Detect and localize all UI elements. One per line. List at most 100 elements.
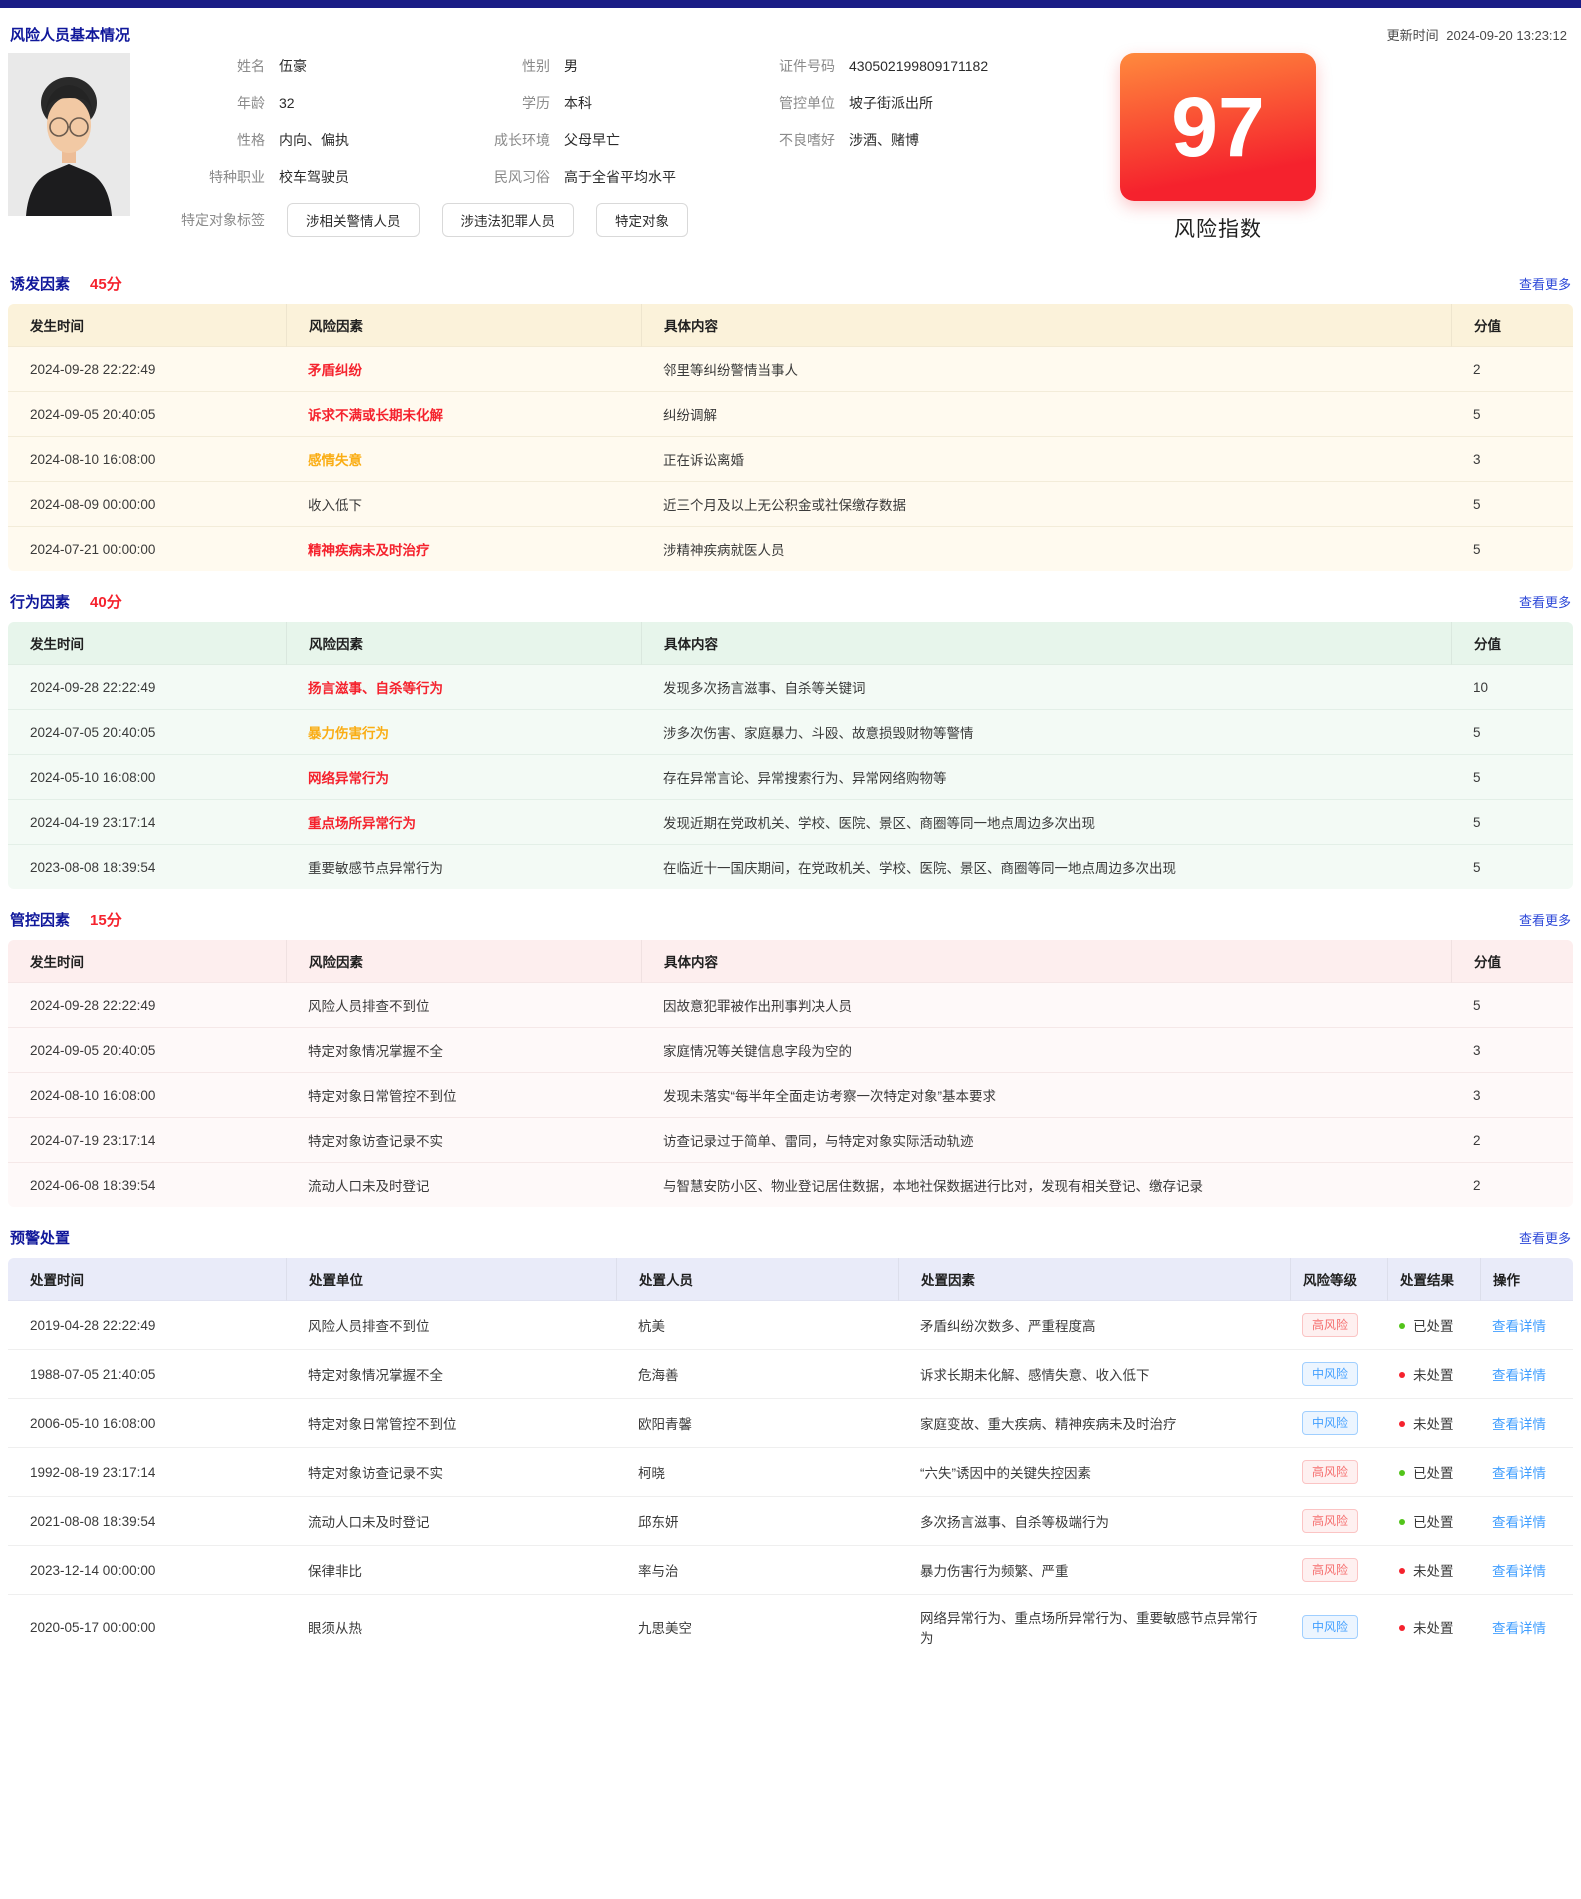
cell-content: 发现多次扬言滋事、自杀等关键词 [641, 665, 1451, 710]
table-row: 2024-08-10 16:08:00 感情失意 正在诉讼离婚 3 [8, 437, 1573, 482]
cell-time: 2019-04-28 22:22:49 [8, 1301, 286, 1350]
risk-factor: 重要敏感节点异常行为 [308, 861, 443, 876]
special-job-value: 校车驾驶员 [279, 167, 475, 187]
view-more-link[interactable]: 查看更多 [1519, 592, 1571, 611]
control-section-head: 管控因素 15分 查看更多 [10, 909, 1571, 930]
cell-factor: 特定对象情况掌握不全 [286, 1028, 641, 1073]
age-label: 年龄 [160, 93, 265, 113]
table-row: 2023-08-08 18:39:54 重要敏感节点异常行为 在临近十一国庆期间… [8, 845, 1573, 889]
cell-unit: 流动人口未及时登记 [286, 1497, 616, 1546]
section-title: 管控因素 [10, 909, 70, 930]
cell-factor: 特定对象日常管控不到位 [286, 1073, 641, 1118]
section-score: 45分 [90, 273, 122, 294]
view-detail-link[interactable]: 查看详情 [1492, 1515, 1546, 1530]
risk-level-badge: 中风险 [1302, 1615, 1358, 1639]
cell-action: 查看详情 [1480, 1595, 1573, 1659]
folk-custom-value: 高于全省平均水平 [564, 167, 864, 187]
risk-factor: 特定对象访查记录不实 [308, 1134, 443, 1149]
col-disposal-factor: 处置因素 [898, 1258, 1290, 1301]
table-row: 2021-08-08 18:39:54 流动人口未及时登记 邱东妍 多次扬言滋事… [8, 1497, 1573, 1546]
col-time: 发生时间 [8, 940, 286, 983]
cell-person: 杭美 [616, 1301, 898, 1350]
table-row: 2024-09-05 20:40:05 诉求不满或长期未化解 纠纷调解 5 [8, 392, 1573, 437]
view-detail-link[interactable]: 查看详情 [1492, 1564, 1546, 1579]
cell-time: 2021-08-08 18:39:54 [8, 1497, 286, 1546]
cell-level: 中风险 [1290, 1399, 1387, 1448]
cell-factor: 特定对象访查记录不实 [286, 1118, 641, 1163]
col-score: 分值 [1451, 304, 1573, 347]
info-row: 年龄 32 学历 本科 管控单位 坡子街派出所 [160, 84, 1110, 121]
table-row: 1988-07-05 21:40:05 特定对象情况掌握不全 危海善 诉求长期未… [8, 1350, 1573, 1399]
cell-time: 2024-04-19 23:17:14 [8, 800, 286, 845]
cell-result: 未处置 [1387, 1546, 1480, 1595]
title-bar: 风险人员基本情况 更新时间 2024-09-20 13:23:12 [0, 8, 1581, 49]
view-detail-link[interactable]: 查看详情 [1492, 1621, 1546, 1636]
education-value: 本科 [564, 93, 760, 113]
table-row: 2024-07-21 00:00:00 精神疾病未及时治疗 涉精神疾病就医人员 … [8, 527, 1573, 571]
risk-factor: 流动人口未及时登记 [308, 1179, 430, 1194]
cell-factor: 网络异常行为 [286, 755, 641, 800]
character-label: 性格 [160, 130, 265, 150]
risk-level-badge: 高风险 [1302, 1558, 1358, 1582]
view-detail-link[interactable]: 查看详情 [1492, 1319, 1546, 1334]
cell-content: 家庭情况等关键信息字段为空的 [641, 1028, 1451, 1073]
cell-content: 在临近十一国庆期间，在党政机关、学校、医院、景区、商圈等同一地点周边多次出现 [641, 845, 1451, 889]
risk-factor: 网络异常行为 [308, 771, 389, 786]
info-row: 特种职业 校车驾驶员 民风习俗 高于全省平均水平 [160, 158, 1110, 195]
cell-score: 3 [1451, 437, 1573, 482]
cell-factor: 暴力伤害行为 [286, 710, 641, 755]
cell-factor: 精神疾病未及时治疗 [286, 527, 641, 571]
tags-label: 特定对象标签 [160, 210, 265, 230]
cell-factor: 风险人员排查不到位 [286, 983, 641, 1028]
folk-custom-label: 民风习俗 [475, 167, 550, 187]
section-title: 行为因素 [10, 591, 70, 612]
top-accent-bar [0, 0, 1581, 8]
cell-time: 1988-07-05 21:40:05 [8, 1350, 286, 1399]
col-score: 分值 [1451, 622, 1573, 665]
col-score: 分值 [1451, 940, 1573, 983]
disposal-section-head: 预警处置 查看更多 [10, 1227, 1571, 1248]
tags-row: 特定对象标签 涉相关警情人员 涉违法犯罪人员 特定对象 [160, 203, 1110, 237]
view-more-link[interactable]: 查看更多 [1519, 1228, 1571, 1247]
view-detail-link[interactable]: 查看详情 [1492, 1368, 1546, 1383]
cell-score: 10 [1451, 665, 1573, 710]
risk-level-badge: 高风险 [1302, 1509, 1358, 1533]
risk-score-card: 97 [1120, 53, 1316, 201]
col-content: 具体内容 [641, 304, 1451, 347]
result-status: 未处置 [1399, 1368, 1454, 1383]
cell-person: 九思美空 [616, 1595, 898, 1659]
cell-time: 2023-12-14 00:00:00 [8, 1546, 286, 1595]
cell-score: 5 [1451, 983, 1573, 1028]
cell-score: 5 [1451, 800, 1573, 845]
table-row: 2024-07-19 23:17:14 特定对象访查记录不实 访查记录过于简单、… [8, 1118, 1573, 1163]
table-row: 2006-05-10 16:08:00 特定对象日常管控不到位 欧阳青馨 家庭变… [8, 1399, 1573, 1448]
cell-action: 查看详情 [1480, 1301, 1573, 1350]
behavior-section-head: 行为因素 40分 查看更多 [10, 591, 1571, 612]
bottom-whitespace [0, 1659, 1581, 1899]
cell-time: 2024-07-21 00:00:00 [8, 527, 286, 571]
view-more-link[interactable]: 查看更多 [1519, 274, 1571, 293]
behavior-factor-table: 发生时间 风险因素 具体内容 分值 2024-09-28 22:22:49 扬言… [8, 622, 1573, 889]
view-more-link[interactable]: 查看更多 [1519, 910, 1571, 929]
view-detail-link[interactable]: 查看详情 [1492, 1417, 1546, 1432]
cell-content: 纠纷调解 [641, 392, 1451, 437]
table-row: 2020-05-17 00:00:00 眼须从热 九思美空 网络异常行为、重点场… [8, 1595, 1573, 1659]
table-row: 2024-09-05 20:40:05 特定对象情况掌握不全 家庭情况等关键信息… [8, 1028, 1573, 1073]
table-row: 2024-09-28 22:22:49 矛盾纠纷 邻里等纠纷警情当事人 2 [8, 347, 1573, 392]
induce-factor-table: 发生时间 风险因素 具体内容 分值 2024-09-28 22:22:49 矛盾… [8, 304, 1573, 571]
cell-score: 5 [1451, 755, 1573, 800]
cell-score: 3 [1451, 1028, 1573, 1073]
tag-criminal: 涉违法犯罪人员 [442, 203, 575, 237]
cell-action: 查看详情 [1480, 1399, 1573, 1448]
cell-time: 2020-05-17 00:00:00 [8, 1595, 286, 1659]
risk-factor: 精神疾病未及时治疗 [308, 543, 430, 558]
view-detail-link[interactable]: 查看详情 [1492, 1466, 1546, 1481]
growth-env-value: 父母早亡 [564, 130, 760, 150]
cell-content: 发现近期在党政机关、学校、医院、景区、商圈等同一地点周边多次出现 [641, 800, 1451, 845]
cell-score: 2 [1451, 347, 1573, 392]
section-score: 15分 [90, 909, 122, 930]
cell-level: 中风险 [1290, 1350, 1387, 1399]
cell-score: 2 [1451, 1118, 1573, 1163]
section-score: 40分 [90, 591, 122, 612]
result-status: 已处置 [1399, 1515, 1454, 1530]
